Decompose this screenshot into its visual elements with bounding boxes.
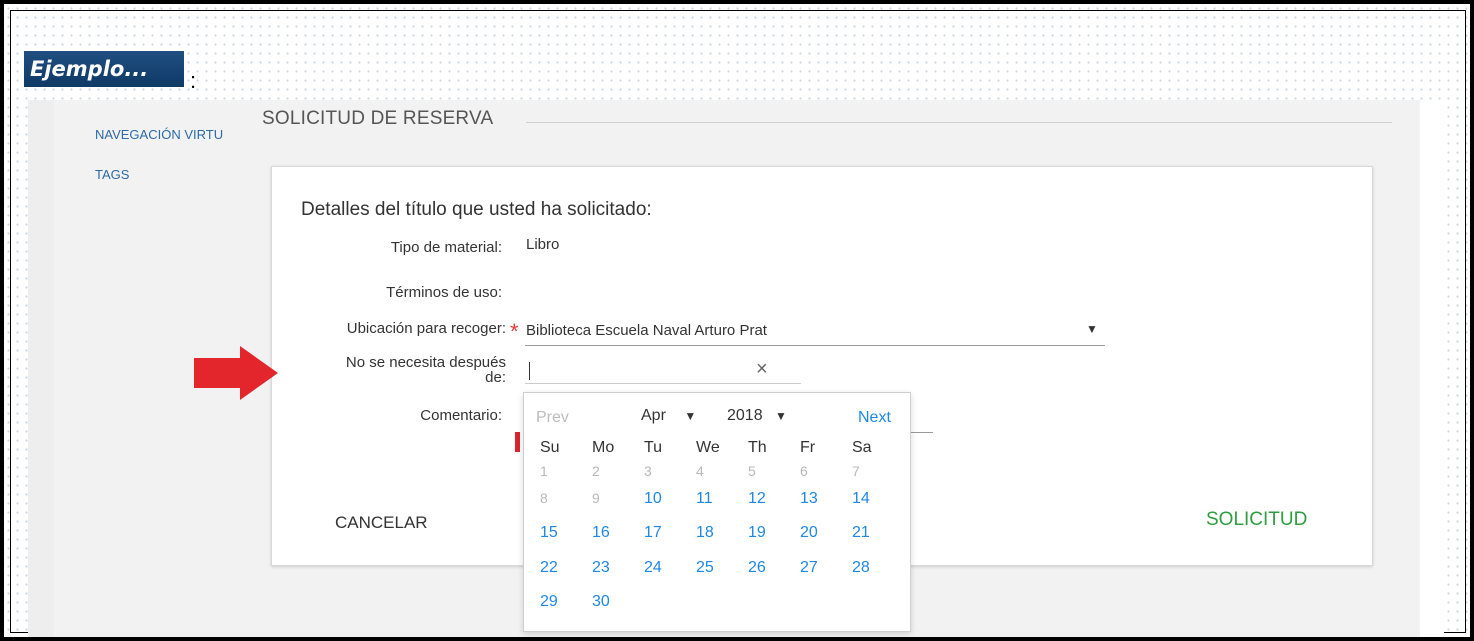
calendar-day[interactable]: 13 — [800, 490, 852, 508]
calendar-day[interactable]: 19 — [748, 524, 800, 542]
not-needed-label-line1: No se necesita después — [345, 354, 506, 371]
calendar-day-disabled: 6 — [800, 463, 808, 479]
banner-colon: : — [190, 68, 197, 93]
calendar-day[interactable]: 25 — [696, 559, 748, 577]
weekday-label: Tu — [644, 439, 663, 456]
calendar-week-row: 22 23 24 25 26 27 28 — [540, 559, 904, 577]
nav-item-tags[interactable]: TAGS — [95, 167, 129, 182]
calendar-weekday-header: Su Mo Tu We Th Fr Sa — [540, 439, 904, 457]
clear-icon[interactable]: × — [756, 358, 768, 381]
calendar-day[interactable]: 11 — [696, 490, 748, 508]
left-gutter — [28, 100, 54, 637]
calendar-day[interactable]: 22 — [540, 559, 592, 577]
calendar-prev-button[interactable]: Prev — [536, 409, 569, 427]
year-caret-icon: ▼ — [775, 409, 787, 423]
calendar-next-button[interactable]: Next — [858, 409, 891, 427]
date-picker-calendar: Prev Apr ▼ 2018 ▼ Next Su Mo Tu We Th Fr… — [523, 392, 911, 632]
calendar-week-row: 8 9 10 11 12 13 14 — [540, 490, 904, 508]
text-cursor — [529, 362, 530, 380]
calendar-day[interactable]: 10 — [644, 490, 696, 508]
calendar-day[interactable]: 28 — [852, 559, 904, 577]
calendar-day[interactable]: 30 — [592, 593, 644, 611]
calendar-day[interactable]: 16 — [592, 524, 644, 542]
pickup-select[interactable]: Biblioteca Escuela Naval Arturo Prat — [526, 322, 767, 339]
screenshot-frame: Ejemplo... : NAVEGACIÓN VIRTU TAGS SOLIC… — [4, 4, 1470, 637]
cancel-button[interactable]: CANCELAR — [335, 513, 428, 533]
calendar-week-row: 15 16 17 18 19 20 21 — [540, 524, 904, 542]
calendar-day[interactable]: 20 — [800, 524, 852, 542]
calendar-day-disabled: 7 — [852, 463, 860, 479]
calendar-day[interactable]: 26 — [748, 559, 800, 577]
calendar-day-disabled: 4 — [696, 463, 704, 479]
calendar-year-select[interactable]: 2018 ▼ — [727, 407, 787, 425]
required-marker: * — [510, 319, 519, 344]
calendar-day-disabled: 9 — [592, 490, 600, 506]
weekday-label: Mo — [592, 439, 615, 456]
material-label: Tipo de material: — [390, 239, 502, 256]
nav-item-navegacion-virtual[interactable]: NAVEGACIÓN VIRTU — [95, 127, 223, 142]
field-highlight-bar — [515, 432, 520, 452]
red-arrow-icon — [194, 346, 278, 400]
submit-request-button[interactable]: SOLICITUD — [1206, 509, 1307, 531]
material-value: Libro — [526, 236, 560, 253]
calendar-month-select[interactable]: Apr ▼ — [641, 407, 696, 425]
not-needed-label-line2: de: — [485, 369, 506, 386]
calendar-day[interactable]: 14 — [852, 490, 904, 508]
calendar-day[interactable]: 18 — [696, 524, 748, 542]
calendar-day-disabled: 5 — [748, 463, 756, 479]
weekday-label: We — [696, 439, 720, 456]
not-needed-label: No se necesita después de: — [282, 355, 506, 385]
calendar-day[interactable]: 23 — [592, 559, 644, 577]
ejemplo-banner: Ejemplo... — [24, 51, 184, 87]
month-caret-icon: ▼ — [684, 409, 697, 423]
calendar-day-disabled: 2 — [592, 463, 600, 479]
calendar-week-row: 29 30 — [540, 593, 644, 611]
comment-label: Comentario: — [420, 407, 502, 424]
weekday-label: Sa — [852, 439, 872, 456]
weekday-label: Fr — [800, 439, 816, 456]
calendar-day-disabled: 8 — [540, 490, 548, 506]
weekday-label: Su — [540, 439, 560, 456]
calendar-day[interactable]: 24 — [644, 559, 696, 577]
calendar-day[interactable]: 12 — [748, 490, 800, 508]
calendar-year-value: 2018 — [727, 407, 763, 424]
calendar-month-value: Apr — [641, 407, 666, 424]
calendar-day[interactable]: 17 — [644, 524, 696, 542]
section-divider — [526, 122, 1392, 123]
dialog-heading: Detalles del título que usted ha solicit… — [301, 199, 652, 220]
calendar-day[interactable]: 21 — [852, 524, 904, 542]
dropdown-caret-icon[interactable]: ▼ — [1086, 322, 1098, 336]
calendar-day-disabled: 1 — [540, 463, 548, 479]
calendar-day[interactable]: 29 — [540, 593, 592, 611]
pickup-label: Ubicación para recoger: — [346, 320, 506, 337]
pickup-select-underline — [525, 345, 1105, 346]
weekday-label: Th — [748, 439, 767, 456]
terms-label: Términos de uso: — [386, 284, 502, 301]
calendar-week-row: 1 2 3 4 5 6 7 — [540, 463, 904, 479]
calendar-day[interactable]: 15 — [540, 524, 592, 542]
section-title: SOLICITUD DE RESERVA — [262, 108, 494, 129]
calendar-day-disabled: 3 — [644, 463, 652, 479]
right-gutter — [1420, 100, 1444, 637]
calendar-day[interactable]: 27 — [800, 559, 852, 577]
